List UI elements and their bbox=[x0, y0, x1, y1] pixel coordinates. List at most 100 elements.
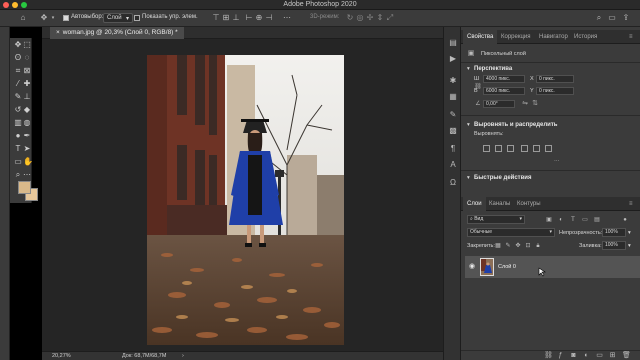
layer-kind-filter[interactable]: ⌕ Вид ▾ bbox=[467, 215, 525, 224]
zoom-tool-icon[interactable]: ⌕ bbox=[14, 171, 22, 179]
fill-chevron-icon[interactable]: ▾ bbox=[628, 243, 631, 249]
actions-panel-icon[interactable]: ▶ bbox=[449, 55, 457, 63]
brushes-panel-icon[interactable]: ✎ bbox=[449, 111, 457, 119]
pen-tool-icon[interactable]: ✒ bbox=[23, 132, 31, 140]
height-field[interactable]: 6000 пикс. bbox=[483, 87, 525, 95]
opacity-field[interactable]: 100% bbox=[602, 228, 626, 237]
align-bottom-edges-icon[interactable] bbox=[545, 145, 552, 152]
add-mask-icon[interactable]: ◙ bbox=[570, 352, 577, 359]
eraser-tool-icon[interactable]: ◆ bbox=[23, 106, 31, 114]
filter-toggle-icon[interactable]: ● bbox=[621, 216, 629, 224]
align-vertical-centers-icon[interactable] bbox=[533, 145, 540, 152]
section-chevron-icon[interactable]: ▾ bbox=[467, 175, 470, 181]
workspace-icon[interactable]: ▭ bbox=[608, 14, 616, 22]
align-top-edges-icon[interactable] bbox=[521, 145, 528, 152]
paragraph-panel-icon[interactable]: ¶ bbox=[449, 145, 457, 153]
frame-tool-icon[interactable]: ⊠ bbox=[23, 67, 31, 75]
new-adjustment-icon[interactable]: ◐ bbox=[583, 352, 590, 359]
more-options-icon[interactable]: ⋯ bbox=[283, 14, 291, 22]
lock-all-icon[interactable]: 🔒︎ bbox=[534, 242, 542, 250]
align-section-title[interactable]: Выровнять и распределить bbox=[474, 122, 558, 128]
brush-tool-icon[interactable]: ✎ bbox=[14, 93, 22, 101]
foreground-color-swatch[interactable] bbox=[18, 181, 31, 194]
share-icon[interactable]: ⇪ bbox=[622, 14, 630, 22]
y-field[interactable]: 0 пикс. bbox=[536, 87, 574, 95]
opacity-chevron-icon[interactable]: ▾ bbox=[628, 230, 631, 236]
gradients-panel-icon[interactable]: ▦ bbox=[449, 93, 457, 101]
x-field[interactable]: 0 пикс. bbox=[536, 75, 574, 83]
character-panel-icon[interactable]: A bbox=[449, 161, 457, 169]
move-icon[interactable]: ✥ bbox=[40, 14, 48, 22]
align-horizontal-centers-icon[interactable] bbox=[495, 145, 502, 152]
eyedropper-tool-icon[interactable]: ⁄ bbox=[14, 80, 22, 88]
align-right-edges-icon[interactable] bbox=[507, 145, 514, 152]
new-group-icon[interactable]: ▭ bbox=[596, 352, 603, 359]
clone-stamp-tool-icon[interactable]: ⊥ bbox=[23, 93, 31, 101]
zoom-level[interactable]: 20,27% bbox=[52, 353, 71, 359]
home-icon[interactable]: ⌂ bbox=[19, 14, 27, 22]
filter-type-icon[interactable]: T bbox=[569, 216, 577, 224]
width-field[interactable]: 4000 пикс. bbox=[483, 75, 525, 83]
eye-icon[interactable]: ◉ bbox=[468, 263, 476, 271]
document-tab-close-icon[interactable]: × bbox=[56, 29, 60, 36]
blur-tool-icon[interactable]: ◍ bbox=[23, 119, 31, 127]
history-panel-icon[interactable]: ▤ bbox=[449, 39, 457, 47]
move-tool-icon[interactable]: ✥ bbox=[14, 41, 22, 49]
tab-properties[interactable]: Свойства bbox=[463, 30, 498, 44]
section-chevron-icon[interactable]: ▾ bbox=[467, 66, 470, 72]
chevron-down-icon[interactable]: ▾ bbox=[49, 14, 57, 22]
autoselect-checkbox[interactable] bbox=[63, 15, 69, 21]
fx-icon[interactable]: ƒ bbox=[557, 352, 564, 359]
adjust-panel-icon[interactable]: ✱ bbox=[449, 77, 457, 85]
history-brush-tool-icon[interactable]: ↺ bbox=[14, 106, 22, 114]
trash-icon[interactable]: 🗑︎ bbox=[622, 352, 631, 359]
align-center-icon[interactable]: ⊕ bbox=[255, 14, 263, 22]
blend-mode-dropdown[interactable]: Обычные ▾ bbox=[467, 228, 555, 237]
align-top-icon[interactable]: ⊤ bbox=[212, 14, 220, 22]
lasso-tool-icon[interactable]: ʘ bbox=[14, 54, 22, 62]
layer-row[interactable]: ◉ Слой 0 bbox=[465, 256, 640, 278]
quick-actions-title[interactable]: Быстрые действия bbox=[474, 175, 532, 181]
align-bottom-icon[interactable]: ⊥ bbox=[232, 14, 240, 22]
align-left-edges-icon[interactable] bbox=[483, 145, 490, 152]
quick-select-tool-icon[interactable]: ◌ bbox=[23, 54, 31, 62]
align-right-icon[interactable]: ⊣ bbox=[265, 14, 273, 22]
lock-artboard-icon[interactable]: ⊡ bbox=[524, 242, 532, 250]
tab-history[interactable]: История bbox=[570, 30, 601, 44]
align-left-icon[interactable]: ⊢ bbox=[245, 14, 253, 22]
path-select-tool-icon[interactable]: ➤ bbox=[23, 145, 31, 153]
panel-menu-icon[interactable]: ≡ bbox=[625, 30, 637, 44]
filter-smart-object-icon[interactable]: ▤ bbox=[593, 216, 601, 224]
tab-channels[interactable]: Каналы bbox=[485, 197, 514, 211]
more-tools-icon[interactable]: ⋯ bbox=[23, 171, 31, 179]
align-middle-icon[interactable]: ⊞ bbox=[222, 14, 230, 22]
flip-vertical-icon[interactable]: ⇅ bbox=[531, 100, 539, 108]
section-chevron-icon[interactable]: ▾ bbox=[467, 122, 470, 128]
lock-position-icon[interactable]: ✥ bbox=[514, 242, 522, 250]
tab-adjustments[interactable]: Коррекция bbox=[497, 30, 535, 44]
autoselect-target-dropdown[interactable]: Слой ▾ bbox=[103, 13, 133, 23]
angle-field[interactable]: 0,00° bbox=[483, 100, 515, 108]
show-controls-checkbox[interactable] bbox=[134, 15, 140, 21]
transform-section-title[interactable]: Перспектива bbox=[474, 66, 512, 72]
document-tab[interactable]: × woman.jpg @ 20,3% (Слой 0, RGB/8) * bbox=[50, 27, 184, 39]
hand-tool-icon[interactable]: ✋ bbox=[23, 158, 33, 166]
status-info-chevron-icon[interactable]: › bbox=[182, 353, 184, 359]
flip-horizontal-icon[interactable]: ⇋ bbox=[521, 100, 529, 108]
layers-panel-menu-icon[interactable]: ≡ bbox=[625, 197, 637, 211]
dodge-tool-icon[interactable]: ● bbox=[14, 132, 22, 140]
layer-name[interactable]: Слой 0 bbox=[498, 264, 516, 270]
fill-field[interactable]: 100% bbox=[602, 241, 626, 250]
type-tool-icon[interactable]: T bbox=[14, 145, 22, 153]
lock-transparent-icon[interactable]: ▦ bbox=[494, 242, 502, 250]
filter-pixel-icon[interactable]: ▣ bbox=[545, 216, 553, 224]
search-icon[interactable]: ⌕ bbox=[595, 14, 603, 22]
new-layer-icon[interactable]: ⊞ bbox=[609, 352, 616, 359]
document-image[interactable] bbox=[147, 55, 344, 345]
crop-tool-icon[interactable]: ⌗ bbox=[14, 67, 22, 75]
swatches-panel-icon[interactable]: ▩ bbox=[449, 127, 457, 135]
document-info[interactable]: Док: 68,7M/68,7M bbox=[122, 353, 166, 359]
rectangle-tool-icon[interactable]: ▭ bbox=[14, 158, 22, 166]
glyphs-panel-icon[interactable]: Ω bbox=[449, 179, 457, 187]
link-layers-icon[interactable]: ⛓ bbox=[544, 352, 553, 359]
